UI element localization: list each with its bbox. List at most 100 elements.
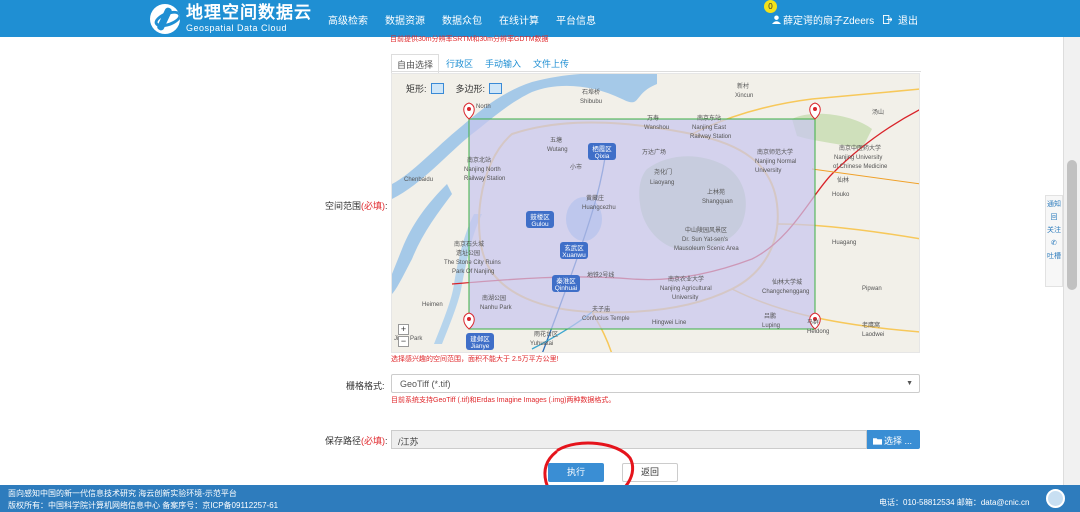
logo-title-en: Geospatial Data Cloud — [186, 23, 288, 33]
map-canvas[interactable]: North 石埠桥 Shibubu 万寿 Wanshou 南京东站 Nanjing East… — [392, 74, 920, 353]
map-label: Confucius Temple — [582, 316, 630, 322]
logo-title-cn: 地理空间数据云 — [186, 3, 312, 23]
map-label: 南京东站 — [697, 114, 721, 122]
district-label: 栖霞区Qixia — [588, 143, 616, 160]
map-label: 仙林 — [837, 176, 849, 184]
zoom-control: + − — [398, 324, 409, 348]
district-label: 秦淮区Qinhuai — [552, 275, 580, 292]
map-label: 南京北站 — [467, 156, 491, 164]
map-label: Nanjing East — [692, 125, 726, 131]
side-float-panel: 通知 回 关注 ✆ 吐槽 — [1045, 195, 1063, 287]
map-label: 石埠桥 — [582, 88, 600, 96]
svg-text:玄武区: 玄武区 — [564, 243, 584, 252]
site-logo[interactable]: 地理空间数据云 Geospatial Data Cloud — [150, 3, 312, 35]
map-label: 新村 — [737, 82, 749, 90]
site-footer: 面向感知中国的新一代信息技术研究 海云创新实验环境-示范平台 版权所有：中国科学… — [0, 485, 1080, 512]
side-phone-icon[interactable]: ✆ — [1046, 239, 1062, 248]
map-label: The Stone City Ruins — [444, 260, 501, 266]
map-label: 马群 — [807, 318, 819, 326]
map-label: Pipwan — [862, 286, 882, 292]
map-label: Nanjing University — [834, 155, 882, 161]
nav-online-computing[interactable]: 在线计算 — [499, 12, 539, 27]
map-label: Laodwei — [862, 332, 884, 338]
map-viewer[interactable]: North 石埠桥 Shibubu 万寿 Wanshou 南京东站 Nanjing East… — [391, 73, 920, 353]
raster-format-select[interactable]: GeoTiff (*.tif) ▼ — [391, 374, 920, 393]
user-menu[interactable]: 薛定谔的扇子Zdeers — [772, 12, 874, 27]
map-label: 遗址公园 — [456, 249, 480, 257]
folder-icon — [873, 438, 882, 445]
nav-platform-info[interactable]: 平台信息 — [556, 12, 596, 27]
map-label: Park Of Nanjing — [452, 269, 494, 275]
map-label: Changchenggang — [762, 289, 809, 295]
svg-text:Qinhuai: Qinhuai — [555, 285, 577, 292]
svg-text:Qixia: Qixia — [595, 153, 610, 160]
main-nav: 高级检索 数据资源 数据众包 在线计算 平台信息 — [328, 12, 613, 27]
map-label: Heidong — [807, 329, 829, 335]
map-label: Huagang — [832, 240, 856, 246]
footer-line-1: 面向感知中国的新一代信息技术研究 海云创新实验环境-示范平台 — [8, 489, 237, 498]
map-label: 仙林大学城 — [772, 278, 802, 286]
side-feedback[interactable]: 吐槽 — [1046, 252, 1062, 261]
map-label: 小市 — [570, 163, 582, 171]
scrollbar-thumb[interactable] — [1067, 160, 1077, 290]
map-label: 尧化门 — [654, 168, 672, 176]
nav-data-crowdsourcing[interactable]: 数据众包 — [442, 12, 482, 27]
map-label: 五塘 — [550, 136, 562, 144]
logout-label: 退出 — [898, 16, 918, 27]
svg-text:Xuanwu: Xuanwu — [562, 252, 586, 259]
side-qrcode-icon[interactable]: 回 — [1046, 213, 1062, 222]
raster-format-value: GeoTiff (*.tif) — [400, 379, 451, 389]
globe-logo-icon — [150, 4, 180, 34]
map-label: Yuhuatai — [530, 341, 553, 347]
map-label: Nanjing North — [464, 167, 501, 173]
zoom-in-button[interactable]: + — [398, 324, 409, 335]
district-label: 建邺区Jianye — [466, 333, 494, 350]
map-label: University — [672, 295, 698, 301]
map-label: Xincun — [735, 93, 753, 99]
map-label: 南京师范大学 — [757, 148, 793, 156]
map-label: 吕鹏 — [764, 312, 776, 320]
map-label: Heimen — [422, 302, 443, 308]
rect-tool-label: 矩形: — [406, 84, 427, 94]
label-colon: : — [385, 201, 388, 211]
required-mark: (必填) — [361, 436, 386, 446]
map-label: Houko — [832, 192, 850, 198]
map-label: 万达广场 — [642, 148, 666, 156]
map-label: Wutang — [547, 147, 568, 153]
zoom-out-button[interactable]: − — [398, 336, 409, 347]
map-label: Luping — [762, 323, 780, 329]
side-follow[interactable]: 关注 — [1046, 226, 1062, 235]
svg-text:栖霞区: 栖霞区 — [592, 144, 612, 153]
map-label: University — [755, 168, 781, 174]
cnic-logo-icon — [1046, 489, 1065, 508]
map-label: 南京中医药大学 — [839, 144, 881, 152]
logout-link[interactable]: 退出 — [883, 12, 918, 27]
map-label: Huangcezhu — [582, 205, 616, 211]
map-label: 黄藏庄 — [586, 194, 604, 202]
map-label: 夫子庙 — [592, 305, 610, 313]
nav-advanced-search[interactable]: 高级检索 — [328, 12, 368, 27]
choose-folder-button[interactable]: 选择 ... — [867, 430, 920, 449]
polygon-tool-icon[interactable] — [489, 83, 503, 94]
spatial-range-label: 空间范围(必填): — [325, 199, 388, 212]
map-label: Nanjing Agricultural — [660, 286, 712, 292]
page-scrollbar[interactable] — [1063, 37, 1080, 485]
user-icon — [772, 15, 781, 24]
map-label: Mausoleum Scenic Area — [674, 246, 739, 252]
map-label: Dr. Sun Yat-sen's — [682, 237, 728, 243]
tab-divider — [391, 71, 921, 72]
map-label: North — [476, 104, 491, 110]
save-path-label: 保存路径(必填): — [325, 434, 388, 447]
required-mark: (必填) — [361, 201, 386, 211]
map-label: 上林苑 — [707, 188, 725, 196]
side-notice[interactable]: 通知 — [1046, 200, 1062, 209]
footer-contact: 电话：010-58812534 邮箱：data@cnic.cn — [879, 498, 1030, 507]
map-label: of Chinese Medicine — [833, 164, 888, 170]
data-availability-tip: 目前提供30m分辨率SRTM和30m分辨率GDTM数据 — [390, 36, 549, 43]
nav-data-resources[interactable]: 数据资源 — [385, 12, 425, 27]
rectangle-tool-icon[interactable] — [430, 83, 444, 94]
map-label: 中山陵园风景区 — [685, 226, 727, 234]
district-label: 鼓楼区Gulou — [526, 211, 554, 228]
draw-toolbar: 矩形: 多边形: — [406, 82, 514, 95]
svg-text:鼓楼区: 鼓楼区 — [530, 212, 550, 221]
